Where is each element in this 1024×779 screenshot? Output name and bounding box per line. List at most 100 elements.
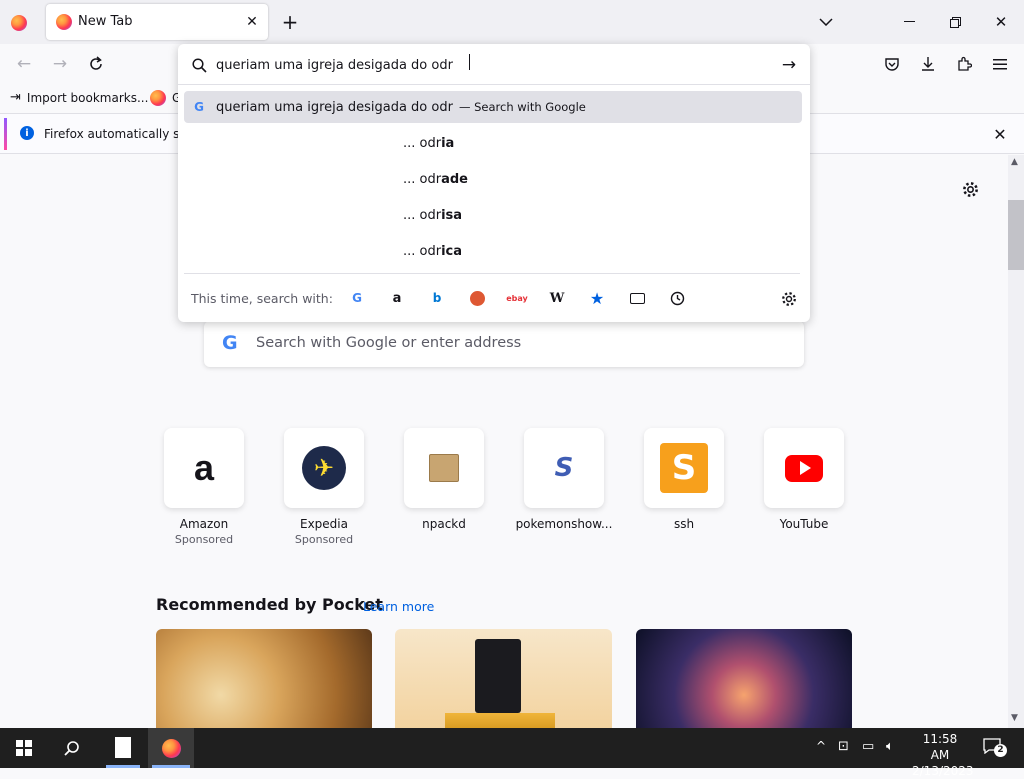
pocket-heading: Recommended by Pocket bbox=[156, 595, 383, 614]
urlbar-search-icon bbox=[190, 56, 208, 74]
new-tab-icon[interactable]: + bbox=[278, 10, 302, 34]
back-icon[interactable]: ← bbox=[12, 52, 36, 76]
document-icon bbox=[115, 737, 131, 758]
top-site-label: pokemonshow... bbox=[515, 517, 613, 531]
suggestion-prefix: ... odr bbox=[403, 136, 442, 151]
top-site-label: npackd bbox=[422, 517, 466, 531]
top-site-ssh[interactable]: S bbox=[644, 428, 724, 508]
network-alert-icon[interactable]: ⊡ bbox=[838, 739, 849, 754]
suggestion-item[interactable]: ... odrade bbox=[403, 172, 468, 187]
tab-favicon-icon bbox=[56, 14, 72, 30]
app-menu-icon[interactable] bbox=[988, 52, 1012, 76]
tab-strip: New Tab ✕ + ✕ bbox=[0, 0, 1024, 44]
scroll-thumb[interactable] bbox=[1008, 200, 1024, 270]
taskbar-file-explorer[interactable] bbox=[102, 728, 144, 768]
amazon-icon[interactable]: a bbox=[388, 289, 406, 307]
search-icon[interactable] bbox=[60, 736, 84, 760]
top-site-sponsored: Sponsored bbox=[174, 533, 234, 546]
clock-time: 11:58 AM bbox=[922, 732, 958, 762]
top-site-label: ssh bbox=[673, 517, 695, 531]
google-icon: G bbox=[222, 332, 238, 354]
top-site-label: Amazon bbox=[179, 517, 229, 531]
close-window-icon[interactable]: ✕ bbox=[988, 10, 1014, 34]
youtube-icon bbox=[764, 428, 844, 508]
windows-taskbar: ^ ⊡ ▭ 🔈︎ 11:58 AM 2/13/2023 2 bbox=[0, 728, 1024, 778]
duckduckgo-icon[interactable] bbox=[468, 289, 486, 307]
top-site-label: Expedia bbox=[300, 517, 348, 531]
forward-icon[interactable]: → bbox=[48, 52, 72, 76]
clock-date: 2/13/2023 bbox=[912, 764, 974, 778]
suggestion-prefix: ... odr bbox=[403, 172, 442, 187]
suggestion-completion: ade bbox=[441, 172, 468, 187]
urlbar-popup: → G queriam uma igreja desigada do odr —… bbox=[178, 44, 810, 322]
pocket-learn-more-link[interactable]: Learn more bbox=[363, 599, 434, 614]
network-icon[interactable]: ▭ bbox=[862, 739, 874, 754]
search-placeholder: Search with Google or enter address bbox=[256, 335, 522, 351]
suggestion-item[interactable]: ... odrisa bbox=[403, 208, 462, 223]
npackd-box-icon bbox=[404, 428, 484, 508]
pocket-card-image[interactable] bbox=[395, 629, 612, 728]
reload-icon[interactable] bbox=[84, 52, 108, 76]
scroll-up-icon[interactable]: ▲ bbox=[1011, 157, 1021, 167]
notice-accent bbox=[4, 118, 7, 150]
pokemonshowdown-icon: S bbox=[524, 428, 604, 508]
restore-icon[interactable] bbox=[942, 10, 968, 34]
pocket-card-image[interactable] bbox=[156, 629, 372, 728]
tab-new-tab[interactable]: New Tab ✕ bbox=[46, 4, 268, 40]
urlbar-input[interactable] bbox=[216, 52, 776, 78]
text-cursor bbox=[469, 54, 470, 70]
one-off-divider bbox=[184, 273, 800, 274]
firefox-view-icon[interactable] bbox=[8, 12, 30, 34]
notification-count: 2 bbox=[994, 744, 1007, 757]
notifications-icon[interactable]: 2 bbox=[983, 738, 1007, 757]
bing-icon[interactable]: b bbox=[428, 289, 446, 307]
suggestion-completion: ia bbox=[441, 136, 455, 151]
close-tab-icon[interactable]: ✕ bbox=[242, 12, 262, 32]
import-bookmarks-button[interactable]: ⇥ Import bookmarks... bbox=[10, 90, 148, 105]
google-icon: G bbox=[194, 100, 204, 114]
expedia-icon: ✈ bbox=[284, 428, 364, 508]
taskbar-firefox[interactable] bbox=[148, 728, 194, 768]
top-site-youtube[interactable] bbox=[764, 428, 844, 508]
windows-start-icon[interactable] bbox=[16, 740, 32, 756]
top-site-expedia[interactable]: ✈ bbox=[284, 428, 364, 508]
volume-icon[interactable]: 🔈︎ bbox=[886, 739, 894, 754]
coins-shape bbox=[445, 713, 555, 728]
top-site-label: YouTube bbox=[779, 517, 829, 531]
pocket-icon[interactable] bbox=[880, 52, 904, 76]
suggestion-prefix: ... odr bbox=[403, 244, 442, 259]
heuristic-result-row[interactable]: G queriam uma igreja desigada do odr — S… bbox=[184, 91, 802, 123]
import-icon: ⇥ bbox=[10, 90, 21, 105]
bookmark-item[interactable]: G bbox=[150, 90, 181, 106]
wikipedia-icon[interactable]: W bbox=[548, 289, 566, 307]
search-settings-icon[interactable] bbox=[778, 288, 800, 310]
minimize-icon[interactable] bbox=[896, 10, 922, 34]
list-tabs-icon[interactable] bbox=[814, 10, 838, 34]
amazon-icon: a bbox=[164, 428, 244, 508]
suggestion-item[interactable]: ... odrica bbox=[403, 244, 462, 259]
search-box[interactable]: G Search with Google or enter address bbox=[204, 321, 804, 367]
heuristic-action: — Search with Google bbox=[458, 100, 586, 114]
go-arrow-icon[interactable]: → bbox=[778, 54, 800, 76]
history-icon[interactable] bbox=[668, 289, 686, 307]
show-hidden-icons[interactable]: ^ bbox=[816, 739, 826, 753]
notice-close-icon[interactable]: ✕ bbox=[990, 124, 1010, 144]
downloads-icon[interactable] bbox=[916, 52, 940, 76]
pocket-card-image[interactable] bbox=[636, 629, 852, 728]
urlbar-divider bbox=[178, 84, 810, 85]
google-icon[interactable]: G bbox=[348, 289, 366, 307]
bookmarks-icon[interactable]: ★ bbox=[588, 289, 606, 308]
top-site-amazon[interactable]: a bbox=[164, 428, 244, 508]
tabs-icon[interactable] bbox=[628, 289, 646, 307]
personalize-gear-icon[interactable] bbox=[958, 177, 982, 201]
import-bookmarks-label: Import bookmarks... bbox=[26, 90, 149, 105]
info-icon: i bbox=[20, 126, 34, 140]
clock[interactable]: 11:58 AM 2/13/2023 bbox=[912, 731, 974, 779]
extensions-icon[interactable] bbox=[952, 52, 976, 76]
top-site-pokemonshowdown[interactable]: S bbox=[524, 428, 604, 508]
scroll-down-icon[interactable]: ▼ bbox=[1011, 713, 1021, 723]
top-site-npackd[interactable] bbox=[404, 428, 484, 508]
ebay-icon[interactable]: ebay bbox=[506, 289, 528, 307]
page-scrollbar[interactable]: ▲ ▼ bbox=[1008, 155, 1024, 728]
suggestion-item[interactable]: ... odria bbox=[403, 136, 454, 151]
